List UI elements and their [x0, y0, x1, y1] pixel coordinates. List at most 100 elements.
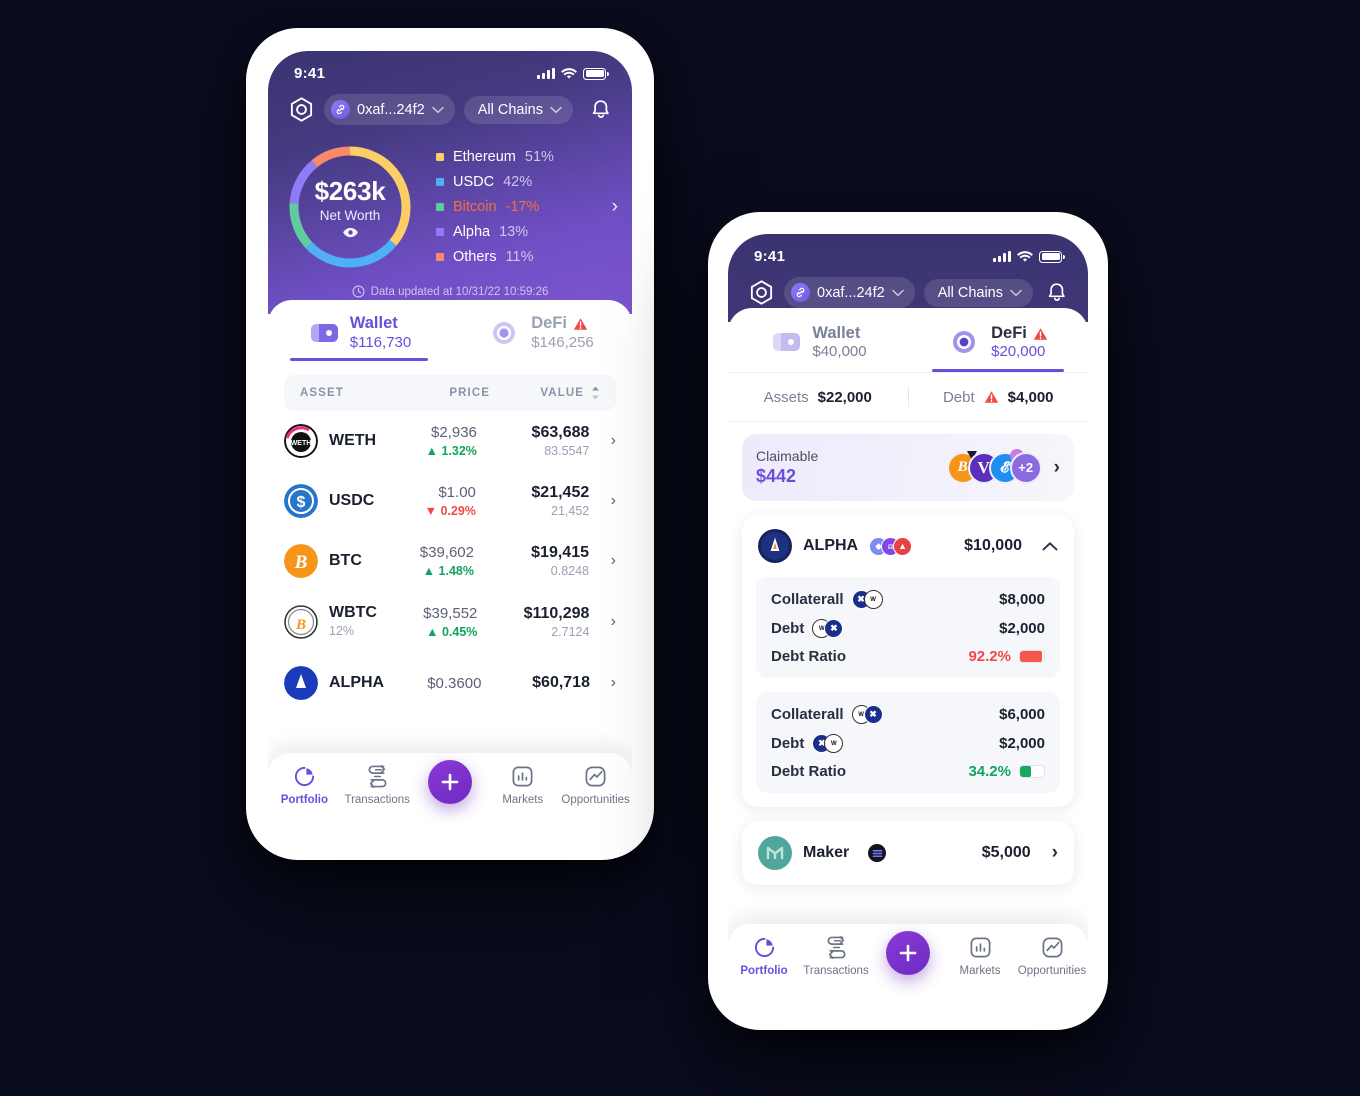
chevron-right-icon[interactable]: › [600, 432, 616, 450]
nav-transactions[interactable]: Transactions [341, 765, 414, 806]
phone-one-screen: 9:41 0xaf...24f2 All Chains $263k Net Wo… [268, 51, 632, 837]
p1-chain-filter-chip[interactable]: All Chains [463, 95, 573, 124]
chevron-right-icon[interactable]: › [601, 674, 616, 692]
nav-portfolio[interactable]: Portfolio [728, 936, 800, 977]
chevron-right-icon[interactable]: › [1042, 842, 1058, 864]
summary-debt: Debt $4,000 [909, 389, 1089, 406]
p2-summary-row: Assets $22,000 Debt $4,000 [728, 372, 1088, 422]
nav-opportunities[interactable]: Opportunities [559, 765, 632, 806]
tab-wallet[interactable]: Wallet $40,000 [728, 324, 908, 372]
nav-opportunities[interactable]: Opportunities [1016, 936, 1088, 977]
alpha-coin-icon [284, 666, 318, 700]
debt-ratio-value: 34.2% [968, 763, 1011, 780]
position-debt-ratio: Debt Ratio 34.2% [771, 763, 1045, 780]
legend-item: USDC 42% [436, 174, 606, 190]
tab-defi[interactable]: DeFi $20,000 [908, 324, 1088, 372]
nav-portfolio-label: Portfolio [740, 965, 788, 977]
row-value: $60,718 [532, 674, 590, 691]
app-hexagon-logo-icon[interactable] [288, 96, 315, 123]
plus-fab-icon[interactable] [886, 931, 930, 975]
nav-transactions-label: Transactions [803, 965, 869, 977]
protocol-card-maker[interactable]: Maker $5,000 › [742, 821, 1074, 885]
legend-percent: 11% [505, 249, 534, 265]
trend-line-icon [585, 766, 606, 787]
row-change: ▲ 0.45% [426, 625, 478, 639]
p2-wallet-address-label: 0xaf...24f2 [817, 284, 885, 301]
table-row[interactable]: B WBTC 12% $39,552 ▲ 0.45% $110,298 2.71… [268, 591, 632, 653]
nav-transactions[interactable]: Transactions [800, 936, 872, 977]
tab-defi-label: DeFi [531, 314, 567, 332]
p1-networth-section[interactable]: $263k Net Worth Ethereum 51% USDC 42% Bi… [268, 139, 632, 271]
table-row[interactable]: B BTC $39,602 ▲ 1.48% $19,415 0.8248 › [268, 531, 632, 591]
app-hexagon-logo-icon[interactable] [748, 279, 775, 306]
networth-detail-chevron-icon[interactable]: › [606, 196, 618, 218]
nav-add-button[interactable] [872, 931, 944, 975]
btc-coin-icon: B [284, 544, 318, 578]
table-row[interactable]: WETH WETH $2,936 ▲ 1.32% $63,688 83.5547 [268, 411, 632, 471]
tab-defi-value: $146,256 [531, 334, 594, 351]
row-qty: 83.5547 [544, 444, 590, 458]
table-row[interactable]: ALPHA $0.3600 $60,718 › [268, 653, 632, 713]
protocol-amount: $5,000 [981, 844, 1031, 861]
notification-bell-icon[interactable] [590, 98, 612, 122]
protocol-chain-icons: ◆ ⧈ ▲ [869, 536, 913, 556]
chevron-down-icon [1010, 289, 1022, 296]
nav-markets[interactable]: Markets [486, 765, 559, 806]
tab-defi[interactable]: DeFi $146,256 [450, 314, 632, 361]
p2-chain-filter-chip[interactable]: All Chains [923, 278, 1033, 307]
debt-token-icons: ✖ W [812, 734, 844, 753]
asset-list[interactable]: WETH WETH $2,936 ▲ 1.32% $63,688 83.5547 [268, 411, 632, 733]
position-card[interactable]: Collaterall W ✖ $6,000 Debt ✖ W $2,000 D… [756, 692, 1060, 793]
claimable-label: Claimable [756, 448, 819, 464]
warning-triangle-icon [573, 317, 588, 330]
chevron-right-icon[interactable]: › [600, 492, 616, 510]
weth-coin-icon: WETH [284, 424, 318, 458]
wallet-icon [773, 333, 801, 351]
row-value: $110,298 [523, 605, 590, 622]
chevron-up-icon[interactable] [1042, 541, 1058, 552]
protocol-header-alpha[interactable]: ALPHA ◆ ⧈ ▲ $10,000 [742, 515, 1074, 577]
summary-assets: Assets $22,000 [728, 389, 908, 406]
plus-fab-icon[interactable] [427, 760, 472, 804]
wifi-icon [1017, 250, 1033, 262]
p2-bottom-nav: Portfolio Transactions Markets Opportuni… [728, 924, 1088, 1008]
row-price: $39,602 [419, 544, 474, 561]
p2-status-bar: 9:41 [728, 234, 1088, 269]
protocol-card-alpha: ALPHA ◆ ⧈ ▲ $10,000 Collaterall ✖ W $8,0… [742, 515, 1074, 807]
xrp-token-icon: ✖ [824, 619, 844, 638]
nav-markets[interactable]: Markets [944, 936, 1016, 977]
col-value-label: VALUE [540, 387, 584, 399]
nav-add-button[interactable] [414, 760, 487, 804]
tab-wallet[interactable]: Wallet $116,730 [268, 314, 450, 361]
legend-label: Bitcoin [453, 199, 497, 215]
legend-item: Alpha 13% [436, 224, 606, 240]
row-qty: 2.7124 [551, 625, 590, 639]
notification-bell-icon[interactable] [1046, 281, 1068, 305]
chevron-right-icon[interactable]: › [600, 552, 616, 570]
collateral-label: Collaterall [771, 591, 844, 608]
chevron-down-icon [891, 289, 904, 296]
usdc-coin-icon: $ [284, 484, 318, 518]
protocol-header-maker[interactable]: Maker $5,000 › [742, 821, 1074, 885]
row-qty: 0.8248 [550, 564, 589, 578]
trend-line-icon [1042, 937, 1062, 958]
wallet-icon [310, 323, 338, 342]
debt-label: Debt [771, 735, 805, 752]
eye-visibility-icon[interactable] [342, 227, 359, 238]
legend-label: Ethereum [453, 149, 516, 165]
p1-wallet-address-chip[interactable]: 0xaf...24f2 [324, 94, 455, 125]
position-card[interactable]: Collaterall ✖ W $8,000 Debt W ✖ $2,000 D… [756, 577, 1060, 678]
position-collateral: Collaterall W ✖ $6,000 [771, 705, 1045, 724]
table-row[interactable]: $ USDC $1.00 ▼ 0.29% $21,452 21,452 › [268, 471, 632, 531]
nav-portfolio[interactable]: Portfolio [268, 765, 341, 806]
row-asset: USDC [329, 492, 374, 510]
claimable-card[interactable]: Claimable $442 B V � [742, 434, 1074, 501]
p2-wallet-address-chip[interactable]: 0xaf...24f2 [784, 277, 915, 308]
p2-chain-filter-label: All Chains [937, 284, 1003, 301]
chevron-right-icon[interactable]: › [600, 613, 616, 631]
avalanche-chain-icon: ▲ [893, 536, 913, 556]
signal-bars-icon [537, 68, 555, 79]
chevron-right-icon[interactable]: › [1052, 457, 1060, 479]
p1-data-updated-text: Data updated at 10/31/22 10:59:26 [370, 285, 549, 298]
col-value[interactable]: VALUE [490, 386, 600, 400]
